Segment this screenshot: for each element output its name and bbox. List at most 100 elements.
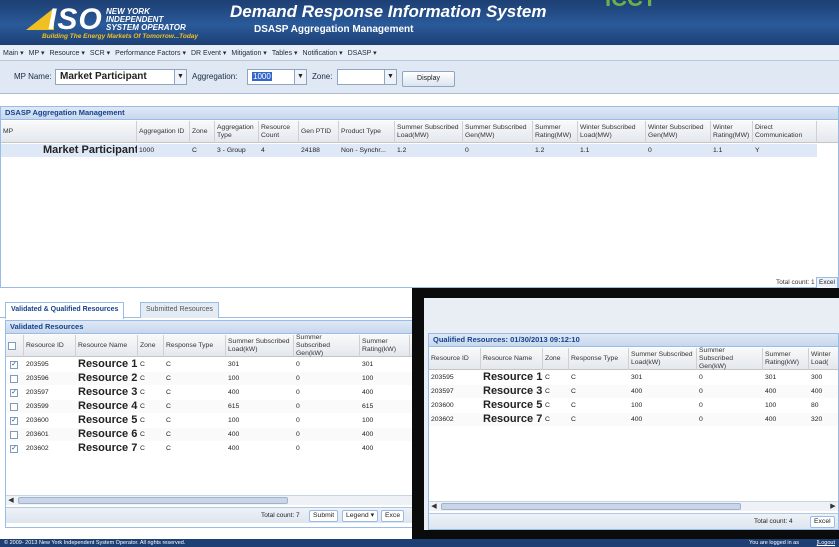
cell-summer-gen: 0: [296, 431, 300, 438]
legend-button[interactable]: Legend ▾: [342, 510, 378, 522]
column-header[interactable]: Summer Subscribed Gen(kW): [294, 334, 360, 357]
qualified-panel-title: Qualified Resources: 01/30/2013 09:12:10: [429, 334, 838, 347]
chevron-down-icon[interactable]: ▼: [384, 70, 396, 84]
column-header[interactable]: Resource Name: [481, 348, 543, 370]
table-row[interactable]: 203597 Resource 3 C C 400 0 400 400: [429, 385, 838, 398]
row-checkbox[interactable]: ✓: [10, 389, 18, 397]
column-header[interactable]: Resource ID: [429, 348, 481, 370]
scroll-left-icon[interactable]: ◀: [6, 496, 16, 505]
column-header[interactable]: Winter Subscribed Gen(MW): [646, 121, 711, 143]
tab-submitted-resources[interactable]: Submitted Resources: [140, 302, 219, 318]
column-header[interactable]: Zone: [190, 121, 215, 143]
scroll-right-icon[interactable]: ▶: [828, 502, 838, 511]
validated-horizontal-scrollbar[interactable]: ◀: [6, 495, 414, 505]
table-row[interactable]: ✓ 203597 Resource 3 C C 400 0 400: [6, 386, 414, 399]
zone-select[interactable]: ▼: [337, 69, 397, 85]
menu-dr-event[interactable]: DR Event ▾: [191, 49, 226, 57]
column-header[interactable]: Resource Name: [76, 335, 138, 357]
column-header[interactable]: Zone: [138, 335, 164, 357]
table-row[interactable]: 203601 Resource 6 C C 400 0 400: [6, 428, 414, 441]
table-row[interactable]: 203595 Resource 1 C C 301 0 301 300: [429, 371, 838, 384]
select-all-checkbox[interactable]: [6, 335, 24, 357]
column-header[interactable]: Winter Load(: [809, 348, 838, 370]
column-header[interactable]: Aggregation Type: [215, 121, 259, 143]
nyiso-logo: ISO NEW YORK INDEPENDENT SYSTEM OPERATOR…: [18, 4, 218, 42]
cell-summer-rating: 100: [362, 375, 374, 382]
menu-dsasp[interactable]: DSASP ▾: [348, 49, 377, 57]
row-checkbox[interactable]: [10, 375, 18, 383]
cell-summer-rating: 100: [765, 402, 777, 409]
table-row[interactable]: ✓ 203602 Resource 7 C C 400 0 400: [6, 442, 414, 455]
column-header[interactable]: Summer Subscribed Gen(MW): [463, 121, 533, 143]
column-header[interactable]: Winter Subscribed Load(MW): [578, 121, 646, 143]
row-checkbox[interactable]: ✓: [10, 417, 18, 425]
column-header[interactable]: Summer Rating(kW): [763, 348, 809, 370]
cell-winter-load: 1.1: [580, 147, 590, 154]
column-header[interactable]: Aggregation ID: [137, 121, 190, 143]
cell-summer-gen: 0: [465, 147, 469, 154]
row-checkbox[interactable]: [10, 403, 18, 411]
chevron-down-icon[interactable]: ▼: [174, 70, 186, 84]
scroll-thumb[interactable]: [441, 503, 741, 510]
column-header[interactable]: Winter Rating(MW): [711, 121, 753, 143]
column-header[interactable]: MP: [1, 121, 137, 143]
mp-name-label: MP Name:: [14, 72, 52, 81]
cell-summer-load: 100: [228, 417, 240, 424]
menu-mp[interactable]: MP ▾: [29, 49, 45, 57]
table-row[interactable]: 203596 Resource 2 C C 100 0 100: [6, 372, 414, 385]
column-header[interactable]: Response Type: [164, 335, 226, 357]
qualified-grid-header: Resource ID Resource Name Zone Response …: [429, 347, 838, 370]
logout-link[interactable]: [Logout: [817, 539, 835, 547]
display-button[interactable]: Display: [402, 71, 455, 87]
status-bar: © 2009- 2013 New York Independent System…: [0, 539, 839, 547]
table-row[interactable]: 203600 Resource 5 C C 100 0 100 80: [429, 399, 838, 412]
cell-summer-load: 1.2: [397, 147, 407, 154]
logo-text: ISO: [48, 3, 103, 36]
cell-resource-id: 203597: [431, 388, 454, 395]
submit-button[interactable]: Submit: [309, 510, 339, 522]
column-header[interactable]: Resource ID: [24, 335, 76, 357]
logged-in-text: You are logged in as: [749, 540, 799, 546]
table-row[interactable]: ✓ 203595 Resource 1 C C 301 0 301: [6, 358, 414, 371]
cell-aggregation-type: 3 - Group: [217, 147, 246, 154]
column-header[interactable]: Response Type: [569, 348, 629, 370]
scroll-left-icon[interactable]: ◀: [429, 502, 439, 511]
chevron-down-icon[interactable]: ▼: [294, 70, 306, 84]
scroll-thumb[interactable]: [18, 497, 288, 504]
column-header[interactable]: Summer Subscribed Load(MW): [395, 121, 463, 143]
column-header[interactable]: Gen PTID: [299, 121, 339, 143]
row-checkbox[interactable]: [10, 431, 18, 439]
qualified-horizontal-scrollbar[interactable]: ◀ ▶: [429, 501, 838, 511]
validated-excel-button[interactable]: Exce: [381, 510, 405, 522]
column-header[interactable]: Direct Communication: [753, 121, 817, 143]
menu-scr[interactable]: SCR ▾: [90, 49, 110, 57]
menu-mitigation[interactable]: Mitigation ▾: [231, 49, 266, 57]
row-checkbox[interactable]: ✓: [10, 361, 18, 369]
cell-zone: C: [545, 388, 550, 395]
column-header[interactable]: Summer Subscribed Gen(kW): [697, 347, 763, 370]
aggregation-row[interactable]: Market Participant 1000 C 3 - Group 4 24…: [1, 144, 817, 157]
menu-notification[interactable]: Notification ▾: [303, 49, 343, 57]
column-header[interactable]: Product Type: [339, 121, 395, 143]
column-header[interactable]: Summer Rating(MW): [533, 121, 578, 143]
column-header[interactable]: Zone: [543, 348, 569, 370]
zone-label: Zone:: [312, 72, 333, 81]
column-header[interactable]: Summer Rating(kW): [360, 335, 410, 357]
cell-resource-name: Resource 5: [78, 414, 138, 426]
column-header[interactable]: Summer Subscribed Load(kW): [629, 348, 697, 370]
menu-performance-factors[interactable]: Performance Factors ▾: [115, 49, 186, 57]
cell-winter-gen: 0: [648, 147, 652, 154]
qualified-excel-button[interactable]: Excel: [810, 516, 835, 528]
menu-tables[interactable]: Tables ▾: [272, 49, 298, 57]
menu-resource[interactable]: Resource ▾: [49, 49, 84, 57]
column-header[interactable]: Resource Count: [259, 121, 299, 143]
tab-validated-qualified[interactable]: Validated & Qualified Resources: [5, 302, 125, 319]
mp-name-select[interactable]: Market Participant ▼: [55, 69, 187, 85]
row-checkbox[interactable]: ✓: [10, 445, 18, 453]
column-header[interactable]: Summer Subscribed Load(kW): [226, 335, 294, 357]
menu-main[interactable]: Main ▾: [3, 49, 24, 57]
table-row[interactable]: 203602 Resource 7 C C 400 0 400 320: [429, 413, 838, 426]
table-row[interactable]: ✓ 203600 Resource 5 C C 100 0 100: [6, 414, 414, 427]
aggregation-select[interactable]: 1000 ▼: [247, 69, 307, 85]
table-row[interactable]: 203599 Resource 4 C C 615 0 615: [6, 400, 414, 413]
